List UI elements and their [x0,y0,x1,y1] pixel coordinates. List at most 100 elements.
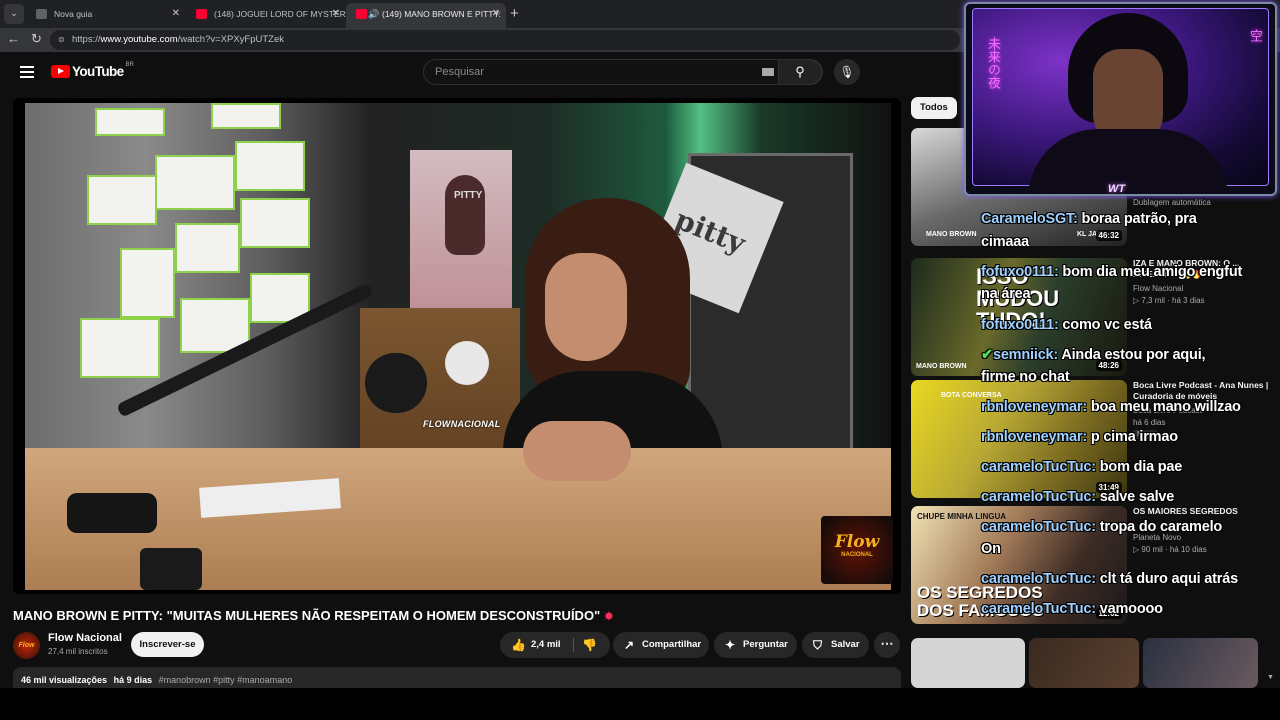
video-thumbnail[interactable] [1143,638,1258,688]
chat-user: carameloTucTuc: [981,601,1096,617]
thumb-caption: BOTA CONVERSA [941,392,1002,399]
channel-name[interactable]: Flow Nacional [48,632,122,644]
wall-note [235,141,305,191]
chat-message: On [981,541,1001,557]
scroll-down-arrow-icon[interactable]: ▼ [1267,674,1274,681]
sparkle-emoji-icon: ✸ [604,611,614,623]
webcam-kanji: 空 [1247,29,1262,42]
video-title: MANO BROWN E PITTY: "MUITAS MULHERES NÃO… [13,608,613,623]
url-domain: www.youtube.com [100,34,178,45]
subscribe-button[interactable]: Inscrever-se [131,632,204,657]
wall-note [120,248,175,318]
wall-note [155,155,235,210]
menu-icon[interactable] [20,66,34,78]
video-stats: ▷ 7,3 mil · há 3 dias [1133,296,1205,305]
search-box[interactable]: Pesquisar ⚲ [423,59,823,85]
browser-tab-new[interactable]: Nova guia ✕ [26,3,186,28]
chat-message: carameloTucTuc: salve salve [981,489,1174,505]
ask-button[interactable]: ✦ Perguntar [714,632,797,658]
chat-text: firme no chat [981,369,1070,385]
hashtags[interactable]: #manobrown #pitty #manoamano [159,675,293,685]
chat-text: salve salve [1095,489,1175,505]
browser-tab-mano-brown[interactable]: 🔊 (149) MANO BROWN E PITTY: ✕ [346,3,506,28]
chat-user: carameloTucTuc: [981,519,1096,535]
more-actions-icon[interactable]: ⋯ [874,632,900,658]
like-icon[interactable]: 👍 [511,632,526,658]
chat-user: carameloTucTuc: [981,571,1096,587]
view-count: 46 mil visualizações [21,675,108,685]
like-divider [573,638,574,652]
new-tab-button[interactable]: + [510,5,519,22]
youtube-wordmark: YouTube [72,64,124,79]
close-tab-icon[interactable]: ✕ [172,3,180,25]
video-title[interactable]: OS MAIORES SEGREDOS [1133,506,1273,517]
guest-hands [523,421,631,481]
site-info-icon[interactable]: ⊜ [58,30,65,50]
search-input[interactable]: Pesquisar [435,66,484,78]
spotify-logo-icon [445,341,489,385]
wall-note [211,103,281,129]
video-watermark: FLOWNACIONAL [423,419,501,429]
video-thumbnail[interactable] [911,638,1025,688]
share-label: Compartilhar [642,639,702,650]
close-tab-icon[interactable]: ✕ [332,3,340,25]
filter-chip-all[interactable]: Todos [911,97,957,119]
chat-message: carameloTucTuc: clt tá duro aqui atrás [981,571,1238,587]
keyboard-icon[interactable] [762,68,774,76]
reload-icon[interactable]: ↻ [31,31,42,47]
close-tab-icon[interactable]: ✕ [492,3,500,25]
chat-user: fofuxo0111: [981,264,1059,280]
video-age: há 10 dias [1169,545,1207,554]
chat-message: fofuxo0111: como vc está [981,317,1152,333]
recommended-video-partial[interactable] [911,638,1271,688]
poster-text: PITTY [454,190,483,201]
audio-playing-icon[interactable]: 🔊 [368,3,379,25]
chat-message: rbnloveneymar: boa meu mano willzao [981,399,1241,415]
tab-title: (149) MANO BROWN E PITTY: [382,9,502,19]
youtube-play-icon [51,65,70,78]
chat-user: semniick: [992,347,1059,363]
share-icon: ↗ [624,638,635,652]
wall-note [87,175,157,225]
channel-subscribers: 27,4 mil inscritos [48,647,108,656]
search-icon: ⚲ [795,64,805,79]
share-button[interactable]: ↗ Compartilhar [613,632,709,658]
wall-note [175,223,240,273]
chat-text: Ainda estou por aqui, [1058,347,1206,363]
chat-message: carameloTucTuc: vamoooo [981,601,1163,617]
youtube-logo[interactable]: YouTube BR [51,62,134,79]
chat-text: bom dia pae [1095,459,1183,475]
chat-message: fofuxo0111: bom dia meu amigo engfut [981,264,1242,280]
bookmark-icon: ⛉ [813,638,823,652]
back-arrow-icon[interactable]: ← [7,31,20,46]
video-player[interactable]: PITTY pitty FLOWNACIONAL Flow NACIONAL [13,98,901,594]
dislike-icon[interactable]: 👎 [582,632,597,658]
chat-message: ✔semniick: Ainda estou por aqui, [981,347,1206,363]
video-channel[interactable]: Flow Nacional [1133,284,1273,293]
save-button[interactable]: ⛉ Salvar [802,632,869,658]
video-channel[interactable]: Dublagem automática [1133,198,1273,207]
wall-note [95,108,165,136]
chat-user: carameloTucTuc: [981,459,1096,475]
search-button[interactable]: ⚲ [778,59,822,85]
microphone-icon: 🎙 [839,65,855,79]
video-thumbnail[interactable] [1029,638,1139,688]
address-bar[interactable]: ⊜ https://www.youtube.com/watch?v=XPXyFp… [50,30,960,50]
tab-search-button[interactable]: ⌄ [4,4,24,24]
chat-message: na área [981,286,1031,302]
like-dislike-group: 👍 2,4 mil 👎 [500,632,610,658]
browser-tab-lord-of-mysteries[interactable]: (148) JOGUEI LORD OF MYSTERIES ✕ [186,3,346,28]
like-count[interactable]: 2,4 mil [531,639,561,650]
chat-user: carameloTucTuc: [981,489,1096,505]
youtube-favicon-icon [196,9,207,19]
chat-message: carameloTucTuc: bom dia pae [981,459,1182,475]
video-duration: 46:32 [1095,230,1122,241]
chat-text: vamoooo [1095,601,1163,617]
webcam-frame: 未来の夜 空 [972,8,1269,194]
chat-message: firme no chat [981,369,1070,385]
channel-avatar[interactable]: Flow [13,632,40,659]
badge-nacional-text: NACIONAL [841,552,873,558]
voice-search-button[interactable]: 🎙 [834,59,860,85]
mic-base [67,493,157,533]
thumb-caption: MANO BROWN [916,363,967,370]
